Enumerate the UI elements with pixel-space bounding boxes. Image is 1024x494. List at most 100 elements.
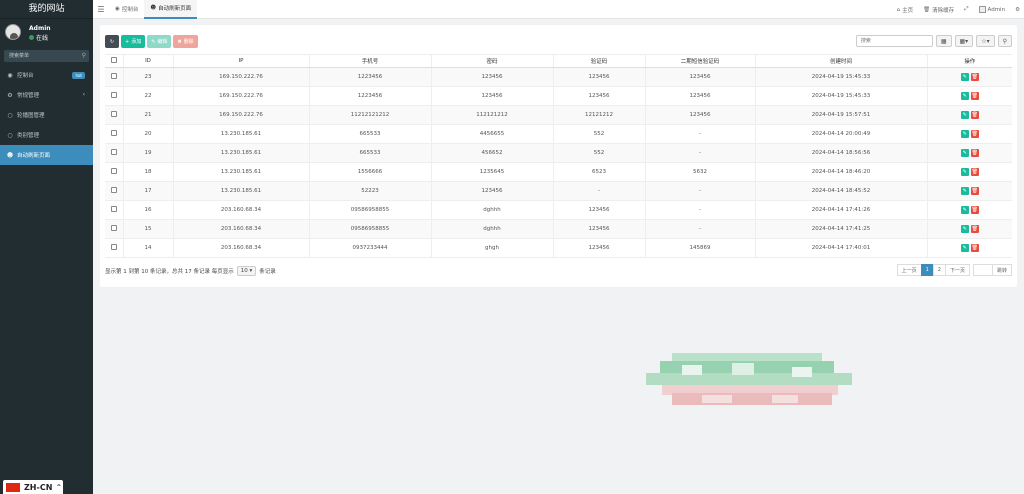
row-checkbox[interactable] (110, 111, 117, 117)
table-row[interactable]: 20 13.230.185.61 665533 4456655 552-2024-04-… (105, 124, 1012, 144)
delete-row-icon[interactable]: 🗑 (970, 111, 979, 119)
table-row[interactable]: 16 203.160.68.34 09586958855 dghhh 123456-20… (105, 200, 1012, 220)
circle-icon: ○ (7, 131, 13, 139)
chevron-left-icon: ‹ (82, 91, 85, 98)
row-select-cell[interactable] (105, 86, 123, 106)
sidebar-item-general[interactable]: ⚙ 常规管理 ‹ (0, 85, 93, 105)
cell-phone: 665533 (308, 143, 431, 163)
row-checkbox[interactable] (110, 149, 117, 155)
language-selector[interactable]: ZH-CN ^ (3, 480, 63, 494)
edit-row-icon[interactable]: ✎ (960, 92, 969, 100)
row-select-cell[interactable] (105, 67, 123, 87)
delete-row-icon[interactable]: 🗑 (970, 168, 979, 176)
table-row[interactable]: 23 169.150.222.76 1223456 123456 123456 12345… (105, 67, 1012, 87)
edit-row-icon[interactable]: ✎ (960, 244, 969, 252)
page-size-select[interactable]: 10 ▾ (236, 266, 257, 276)
cell-created: 2024-04-19 15:45:33 (754, 86, 927, 106)
sidebar-item-category[interactable]: ○ 类别管理 (0, 125, 93, 145)
clear-cache-button[interactable]: 🗑 清除缓存 (923, 6, 954, 14)
table-row[interactable]: 14 203.160.68.34 0937233444 ghgh 123456 14586… (105, 238, 1012, 258)
edit-row-icon[interactable]: ✎ (960, 149, 969, 157)
select-all-checkbox[interactable] (110, 57, 117, 63)
menu-toggle-icon[interactable]: ☰ (93, 5, 109, 14)
site-brand[interactable]: 我的网站 (0, 0, 93, 19)
sidebar-item-dashboard[interactable]: ◉ 控制台 hot (0, 65, 93, 85)
edit-row-icon[interactable]: ✎ (960, 168, 969, 176)
export-button[interactable]: ☆▾ (976, 35, 995, 47)
row-select-cell[interactable] (105, 238, 123, 258)
cell-ip: 203.160.68.34 (172, 200, 309, 220)
table-row[interactable]: 17 13.230.185.61 52223 123456- -2024-04-14 1… (105, 181, 1012, 201)
row-checkbox[interactable] (110, 244, 117, 250)
cell-created: 2024-04-14 20:00:49 (754, 124, 927, 144)
fullscreen-icon[interactable]: ⤢ (964, 6, 968, 13)
settings-icon[interactable]: ⚙ (1015, 7, 1020, 13)
row-checkbox[interactable] (110, 92, 117, 98)
table-row[interactable]: 15 203.160.68.34 09586958855 dghhh 123456-20… (105, 219, 1012, 239)
plus-icon: + (125, 38, 130, 45)
delete-row-icon[interactable]: 🗑 (970, 73, 979, 81)
jump-button[interactable]: 跳转 (991, 264, 1012, 276)
row-select-cell[interactable] (105, 219, 123, 239)
edit-row-icon[interactable]: ✎ (960, 111, 969, 119)
table-row[interactable]: 22 169.150.222.76 1223456 123456 123456 12345… (105, 86, 1012, 106)
delete-row-icon[interactable]: 🗑 (970, 225, 979, 233)
col-created[interactable]: 创建时间 (754, 54, 927, 68)
toggle-view-button[interactable]: ▦ (935, 35, 952, 47)
edit-button[interactable]: ✎ 编辑 (147, 35, 172, 48)
sidebar-item-label: 控制台 (17, 73, 34, 79)
sidebar-item-carousel[interactable]: ○ 轮播图管理 (0, 105, 93, 125)
col-code[interactable]: 验证码 (552, 54, 645, 68)
col-id[interactable]: ID (122, 54, 173, 68)
col-ip[interactable]: IP (172, 54, 309, 68)
delete-row-icon[interactable]: 🗑 (970, 149, 979, 157)
edit-row-icon[interactable]: ✎ (960, 206, 969, 214)
prev-page-button[interactable]: 上一页 (896, 264, 922, 276)
delete-row-icon[interactable]: 🗑 (970, 130, 979, 138)
edit-row-icon[interactable]: ✎ (960, 225, 969, 233)
col-password[interactable]: 密码 (430, 54, 553, 68)
table-row[interactable]: 18 13.230.185.61 1556666 1235645 6523 5632 202… (105, 162, 1012, 182)
row-select-cell[interactable] (105, 200, 123, 220)
search-icon[interactable]: ⚲ (82, 52, 86, 59)
add-button[interactable]: + 添加 (121, 35, 146, 48)
delete-row-icon[interactable]: 🗑 (970, 92, 979, 100)
refresh-button[interactable]: ↻ (105, 35, 119, 48)
edit-row-icon[interactable]: ✎ (960, 187, 969, 195)
page-jump-input[interactable] (972, 264, 993, 276)
next-page-button[interactable]: 下一页 (944, 264, 970, 276)
row-checkbox[interactable] (110, 206, 117, 212)
cell-code: 123456 (552, 86, 645, 106)
row-select-cell[interactable] (105, 105, 123, 125)
delete-row-icon[interactable]: 🗑 (970, 206, 979, 214)
row-checkbox[interactable] (110, 168, 117, 174)
row-select-cell[interactable] (105, 181, 123, 201)
row-select-cell[interactable] (105, 162, 123, 182)
tab-auto-refresh[interactable]: ☻ 自动刷新页面 (144, 0, 198, 19)
admin-menu[interactable]: Admin (978, 6, 1005, 13)
advanced-search-button[interactable]: ⚲ (997, 35, 1012, 47)
row-select-cell[interactable] (105, 143, 123, 163)
row-select-cell[interactable] (105, 124, 123, 144)
tab-dashboard[interactable]: ◉ 控制台 (109, 0, 144, 19)
cell-phone: 1223456 (308, 86, 431, 106)
delete-row-icon[interactable]: 🗑 (970, 244, 979, 252)
row-checkbox[interactable] (110, 225, 117, 231)
columns-button[interactable]: ▦▾ (954, 35, 974, 47)
col-phone[interactable]: 手机号 (308, 54, 431, 68)
row-checkbox[interactable] (110, 130, 117, 136)
table-row[interactable]: 21 169.150.222.76 11212121212 112121212 1212… (105, 105, 1012, 125)
sidebar-item-auto-refresh[interactable]: ☻ 自动刷新页面 (0, 145, 93, 165)
edit-row-icon[interactable]: ✎ (960, 130, 969, 138)
delete-button[interactable]: ✖ 删除 (173, 35, 198, 48)
home-link[interactable]: ⌂ 主页 (897, 6, 914, 14)
edit-row-icon[interactable]: ✎ (960, 73, 969, 81)
row-checkbox[interactable] (110, 187, 117, 193)
table-row[interactable]: 19 13.230.185.61 665533 456652 552-2024-04-1… (105, 143, 1012, 163)
table-search-input[interactable] (855, 35, 933, 47)
delete-row-icon[interactable]: 🗑 (970, 187, 979, 195)
col-sms-code[interactable]: 二期短信验证码 (644, 54, 755, 68)
row-checkbox[interactable] (110, 73, 117, 79)
select-all-cell[interactable] (105, 54, 123, 68)
menu-search-input[interactable] (4, 50, 89, 62)
